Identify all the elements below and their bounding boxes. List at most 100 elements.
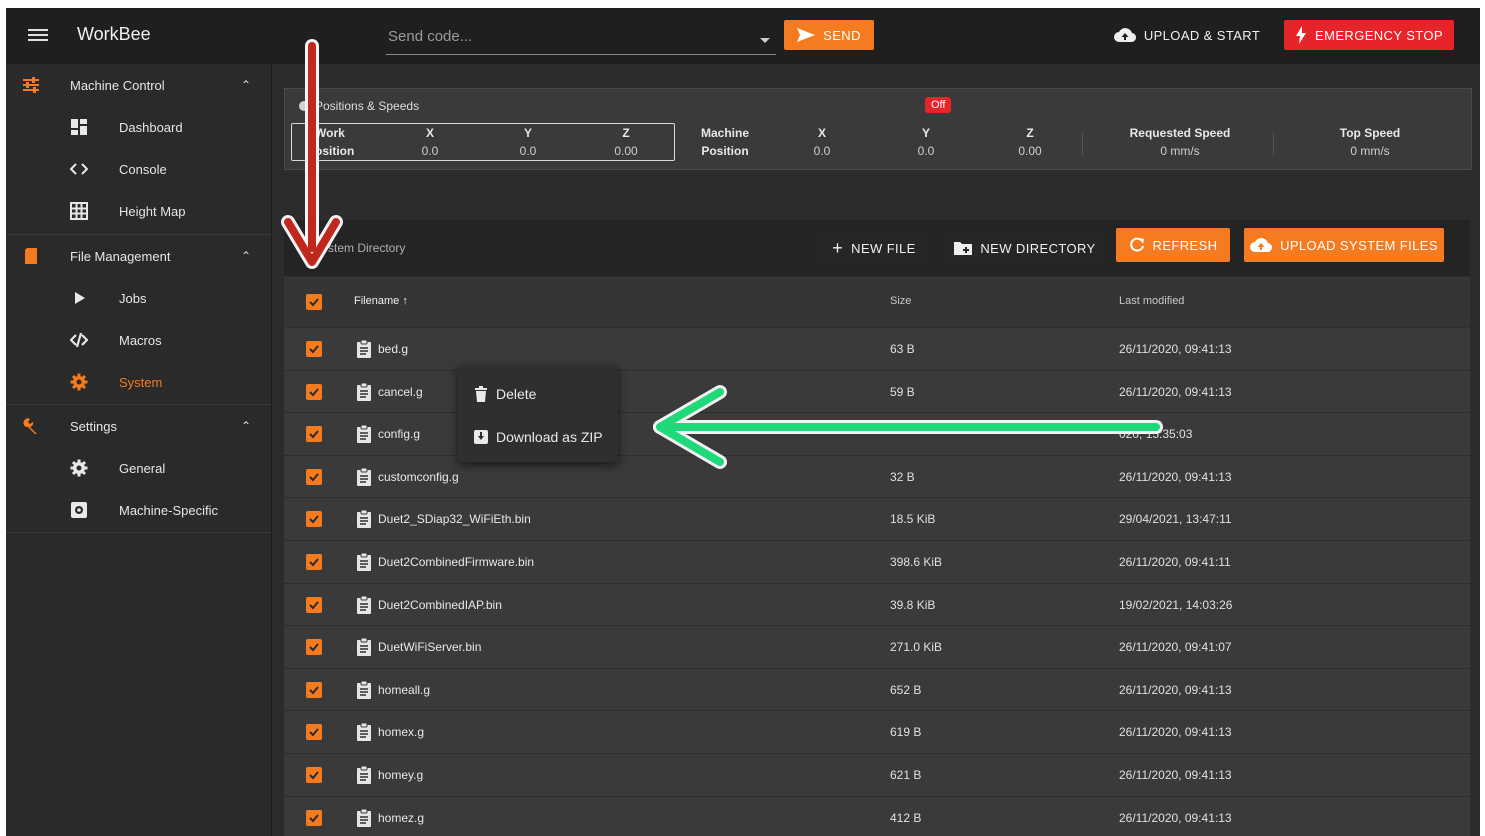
check-icon xyxy=(309,600,319,610)
sidebar-item-macros[interactable]: Macros xyxy=(6,319,271,361)
new-file-button[interactable]: + NEW FILE xyxy=(818,232,930,264)
row-checkbox[interactable] xyxy=(306,767,322,783)
upload-system-files-button[interactable]: UPLOAD SYSTEM FILES xyxy=(1244,228,1444,262)
row-checkbox[interactable] xyxy=(306,426,322,443)
file-name[interactable]: homeall.g xyxy=(378,683,430,697)
trash-icon xyxy=(475,386,487,402)
sidebar-item-general[interactable]: General xyxy=(6,447,271,489)
send-button[interactable]: SEND xyxy=(784,20,874,50)
file-name[interactable]: Duet2CombinedIAP.bin xyxy=(378,598,502,612)
app-title: WorkBee xyxy=(77,24,151,44)
directory-breadcrumb[interactable]: stem Directory xyxy=(328,241,405,255)
machine-y-value: 0.0 xyxy=(917,144,935,158)
check-icon xyxy=(309,728,319,737)
menu-icon[interactable] xyxy=(28,26,48,44)
table-row[interactable]: homey.g 621 B 26/11/2020, 09:41:13 xyxy=(284,753,1470,796)
file-name[interactable]: homez.g xyxy=(378,811,424,825)
upload-and-start-button[interactable]: UPLOAD & START xyxy=(1111,20,1263,50)
file-name[interactable]: Duet2CombinedFirmware.bin xyxy=(378,555,534,569)
requested-speed-label: Requested Speed xyxy=(1129,126,1231,140)
file-name[interactable]: homey.g xyxy=(378,768,423,782)
file-name[interactable]: cancel.g xyxy=(378,385,423,399)
row-checkbox[interactable] xyxy=(306,596,322,613)
axis-z-label: Z xyxy=(622,126,630,140)
group-file-management[interactable]: File Management ⌃ xyxy=(6,235,271,277)
menu-item-label: Download as ZIP xyxy=(496,429,603,445)
file-modified: 26/11/2020, 09:41:13 xyxy=(1119,342,1232,356)
check-icon xyxy=(309,771,319,780)
table-row[interactable]: Duet2CombinedFirmware.bin 398.6 KiB 26/11/… xyxy=(284,540,1470,583)
sidebar-item-console[interactable]: Console xyxy=(6,148,271,190)
group-machine-control[interactable]: Machine Control ⌃ xyxy=(6,64,271,106)
check-icon xyxy=(309,430,319,439)
send-code-field[interactable] xyxy=(386,20,776,55)
menu-item-delete[interactable]: Delete xyxy=(458,374,618,414)
work-position-label: Work osition xyxy=(315,126,354,158)
sidebar-item-machine-specific[interactable]: Machine-Specific xyxy=(6,489,271,531)
group-label: File Management xyxy=(70,248,171,264)
file-document-icon xyxy=(357,425,371,444)
new-directory-button[interactable]: NEW DIRECTORY xyxy=(944,232,1106,264)
check-icon xyxy=(309,345,319,354)
table-row[interactable]: Duet2_SDiap32_WiFiEth.bin 18.5 KiB 29/04/2… xyxy=(284,497,1470,541)
machine-position-label: Machine Position xyxy=(695,126,755,158)
panel-title: Positions & Speeds xyxy=(315,99,420,113)
row-checkbox[interactable] xyxy=(306,383,322,400)
column-size[interactable]: Size xyxy=(890,295,911,307)
sidebar-item-label: Dashboard xyxy=(119,119,183,135)
sidebar-item-label: Jobs xyxy=(119,290,147,306)
table-row[interactable]: DuetWiFiServer.bin 271.0 KiB 26/11/2020, 0… xyxy=(284,625,1470,669)
table-row[interactable]: homez.g 412 B 26/11/2020, 09:41:13 xyxy=(284,795,1470,836)
sidebar-item-height-map[interactable]: Height Map xyxy=(6,190,271,232)
table-row[interactable]: homex.g 619 B 26/11/2020, 09:41:13 xyxy=(284,710,1470,754)
select-all-checkbox[interactable] xyxy=(306,294,322,310)
row-checkbox[interactable] xyxy=(306,511,322,528)
send-icon xyxy=(797,28,816,42)
file-modified: 26/11/2020, 09:41:11 xyxy=(1119,555,1231,569)
panel-toggle-icon[interactable] xyxy=(299,101,309,111)
row-checkbox[interactable] xyxy=(306,809,322,826)
archive-icon xyxy=(474,430,488,444)
wrench-icon xyxy=(23,418,37,434)
file-name[interactable]: config.g xyxy=(378,427,420,441)
file-name[interactable]: DuetWiFiServer.bin xyxy=(378,640,481,654)
table-row[interactable]: Duet2CombinedIAP.bin 39.8 KiB 19/02/2021, … xyxy=(284,582,1470,626)
column-filename[interactable]: Filename ↑ xyxy=(354,295,408,307)
work-z-value: 0.00 xyxy=(614,144,638,158)
file-document-icon xyxy=(357,467,371,486)
sidebar-item-system[interactable]: System xyxy=(6,361,271,403)
emergency-stop-label: EMERGENCY STOP xyxy=(1315,27,1443,43)
top-speed-value: 0 mm/s xyxy=(1350,144,1390,158)
file-document-icon xyxy=(357,553,371,571)
group-settings[interactable]: Settings ⌃ xyxy=(6,405,271,447)
check-icon xyxy=(309,515,319,524)
row-checkbox[interactable] xyxy=(306,468,322,485)
sidebar-item-dashboard[interactable]: Dashboard xyxy=(6,106,271,148)
chevron-down-icon[interactable] xyxy=(760,38,770,43)
file-name[interactable]: bed.g xyxy=(378,342,408,356)
new-directory-label: NEW DIRECTORY xyxy=(980,240,1096,256)
emergency-stop-button[interactable]: EMERGENCY STOP xyxy=(1284,20,1454,50)
row-checkbox[interactable] xyxy=(306,554,322,570)
menu-item-download-zip[interactable]: Download as ZIP xyxy=(458,417,618,457)
row-checkbox[interactable] xyxy=(306,724,322,741)
file-name[interactable]: Duet2_SDiap32_WiFiEth.bin xyxy=(378,512,531,526)
positions-speeds-panel: Positions & Speeds Off Work osition X 0.… xyxy=(284,88,1472,170)
row-checkbox[interactable] xyxy=(306,681,322,698)
chevron-up-icon: ⌃ xyxy=(240,419,251,433)
row-checkbox[interactable] xyxy=(306,341,322,357)
sidebar-item-jobs[interactable]: Jobs xyxy=(6,277,271,319)
table-row[interactable]: bed.g 63 B 26/11/2020, 09:41:13 xyxy=(284,327,1470,370)
cloud-upload-icon xyxy=(1113,28,1136,43)
row-checkbox[interactable] xyxy=(306,639,322,656)
file-name[interactable]: homex.g xyxy=(378,725,424,739)
file-size: 619 B xyxy=(890,725,922,740)
column-last-modified[interactable]: Last modified xyxy=(1119,295,1184,307)
table-row[interactable]: homeall.g 652 B 26/11/2020, 09:41:13 xyxy=(284,667,1470,711)
send-code-input[interactable] xyxy=(386,20,748,45)
sidebar-item-label: Console xyxy=(119,161,167,177)
refresh-button[interactable]: REFRESH xyxy=(1116,228,1230,262)
file-name[interactable]: customconfig.g xyxy=(378,470,459,484)
gear-icon xyxy=(70,459,88,477)
upload-system-files-label: UPLOAD SYSTEM FILES xyxy=(1280,237,1438,253)
